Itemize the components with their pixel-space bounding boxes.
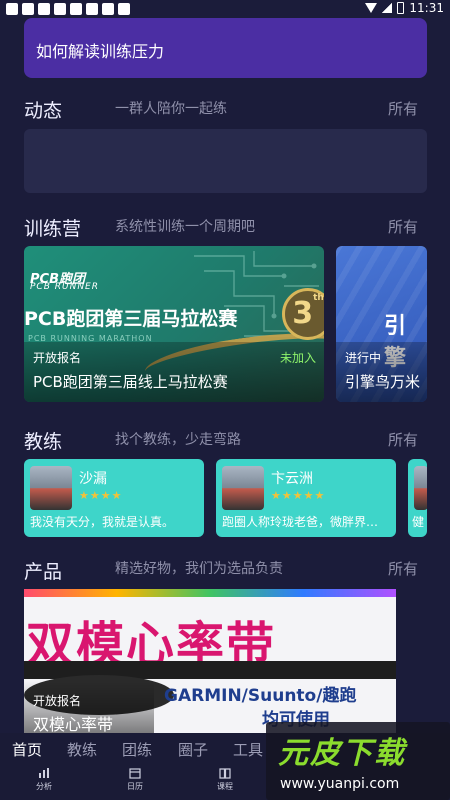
coach-avatar	[414, 466, 427, 510]
tab-circle[interactable]: 圈子	[178, 739, 208, 760]
feed-card[interactable]	[24, 129, 427, 193]
products-see-all-link[interactable]: 所有	[388, 558, 418, 579]
coaches-see-all-link[interactable]: 所有	[388, 429, 418, 450]
nav-courses-label: 课程	[217, 782, 233, 791]
nav-analysis-label: 分析	[36, 782, 52, 791]
tab-coach[interactable]: 教练	[67, 739, 97, 760]
camps-see-all-link[interactable]: 所有	[388, 216, 418, 237]
coach-description: 跑圈人称玲珑老爸，微胖界…	[222, 515, 379, 529]
banner-text: 如何解读训练压力	[36, 42, 165, 61]
product-card[interactable]: 双模心率带 GARMIN/Suunto/趣跑 均可使用 开放报名 双模心率带	[24, 589, 396, 739]
coach-rating-stars: ★★★★★	[271, 489, 326, 502]
battery-icon	[397, 2, 405, 14]
camp-card[interactable]: 引擎 进行中 引擎鸟万米	[336, 246, 427, 402]
camps-section-title: 训练营	[24, 218, 82, 240]
watermark-url: www.yuanpi.com	[280, 776, 400, 792]
coaches-section-subtitle: 找个教练，少走弯路	[115, 432, 241, 448]
camp-status: 开放报名	[33, 351, 82, 365]
coach-card[interactable]: 健	[408, 459, 427, 537]
coaches-section-title: 教练	[24, 431, 63, 453]
notification-icon	[38, 3, 50, 15]
notification-icon	[86, 3, 98, 15]
tab-tools[interactable]: 工具	[233, 739, 263, 760]
nav-calendar[interactable]: 日历	[115, 767, 155, 792]
notification-icon	[54, 3, 66, 15]
camp-headline: PCB跑团第三届马拉松赛	[24, 308, 238, 330]
camp-join-status: 未加入	[279, 351, 316, 365]
book-icon	[219, 768, 231, 779]
notification-icons	[6, 3, 130, 15]
feed-section-title: 动态	[24, 100, 63, 122]
products-section-subtitle: 精选好物，我们为选品负责	[115, 561, 283, 577]
coach-description: 我没有天分，我就是认真。	[30, 515, 175, 529]
notification-icon	[70, 3, 82, 15]
article-banner[interactable]: 如何解读训练压力	[24, 18, 427, 78]
coach-name: 沙漏	[79, 471, 107, 487]
signal-icon	[382, 3, 393, 13]
text-icon	[118, 3, 130, 15]
coach-avatar	[222, 466, 264, 510]
product-status: 开放报名	[33, 694, 82, 708]
image-icon	[102, 3, 114, 15]
product-name: 双模心率带	[33, 715, 114, 734]
notification-icon	[6, 3, 18, 15]
status-bar: 11:31	[0, 0, 450, 18]
feed-see-all-link[interactable]: 所有	[388, 98, 418, 119]
tab-group-training[interactable]: 团练	[122, 739, 152, 760]
camps-section-subtitle: 系统性训练一个周期吧	[115, 219, 255, 235]
notification-icon	[22, 3, 34, 15]
calendar-icon	[129, 768, 141, 779]
nav-analysis[interactable]: 分析	[24, 767, 64, 792]
watermark: 元皮下载 www.yuanpi.com	[266, 722, 450, 800]
coach-description: 健	[412, 515, 425, 529]
nav-courses[interactable]: 课程	[205, 767, 245, 792]
wifi-icon	[365, 3, 378, 13]
coach-avatar	[30, 466, 72, 510]
camp-status: 进行中	[345, 351, 382, 365]
coach-card[interactable]: 卞云洲 ★★★★★ 跑圈人称玲珑老爸，微胖界…	[216, 459, 396, 537]
camp-brand-subtitle: PCB RUNNER	[30, 282, 99, 292]
product-color-stripe	[24, 589, 396, 597]
clock: 11:31	[409, 1, 444, 15]
status-right: 11:31	[365, 1, 444, 15]
coach-rating-stars: ★★★★	[79, 489, 123, 502]
coach-card[interactable]: 沙漏 ★★★★ 我没有天分，我就是认真。	[24, 459, 204, 537]
coach-name: 卞云洲	[271, 471, 313, 487]
camp-name: 引擎鸟万米	[345, 373, 421, 391]
products-section-title: 产品	[24, 561, 63, 583]
camp-card[interactable]: PCB跑团 PCB RUNNER PCB跑团第三届马拉松赛 PCB RUNNIN…	[24, 246, 324, 402]
tab-home[interactable]: 首页	[12, 739, 42, 760]
nav-calendar-label: 日历	[127, 782, 143, 791]
camp-name: PCB跑团第三届线上马拉松赛	[33, 373, 228, 391]
feed-section-subtitle: 一群人陪你一起练	[115, 101, 227, 117]
bar-chart-icon	[39, 768, 49, 778]
product-compatible-brands: GARMIN/Suunto/趣跑	[164, 686, 357, 706]
watermark-logo: 元皮下载	[278, 736, 406, 771]
